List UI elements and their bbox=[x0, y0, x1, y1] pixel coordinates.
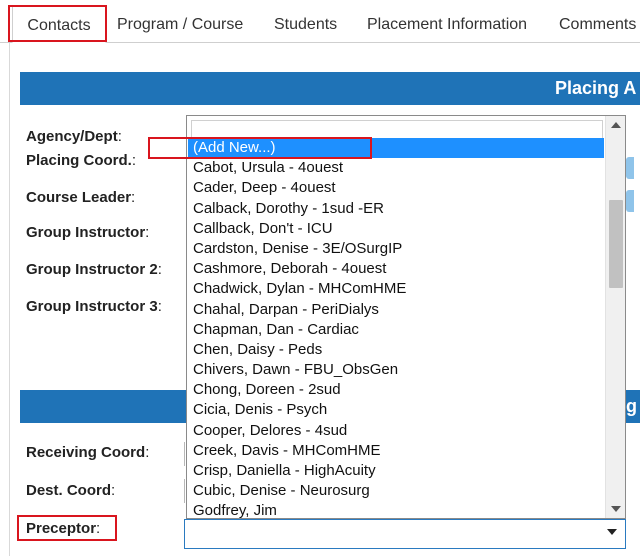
receiving-coord-label: Receiving Coord: bbox=[26, 444, 150, 461]
dropdown-option[interactable]: Cubic, Denise - Neurosurg bbox=[188, 481, 604, 501]
scroll-down-icon[interactable] bbox=[611, 506, 621, 512]
dropdown-option[interactable]: Cader, Deep - 4ouest bbox=[188, 178, 604, 198]
info-icon[interactable] bbox=[626, 190, 634, 212]
tab-students[interactable]: Students bbox=[274, 6, 337, 43]
dropdown-option[interactable]: Calback, Dorothy - 1sud -ER bbox=[188, 199, 604, 219]
tab-bar: Contacts Program / Course Students Place… bbox=[0, 0, 640, 43]
placing-section-title: Placing A bbox=[555, 78, 637, 98]
course-leader-label: Course Leader: bbox=[26, 189, 136, 206]
tab-placement-information[interactable]: Placement Information bbox=[367, 6, 527, 43]
placing-coord-label: Placing Coord.: bbox=[26, 152, 137, 169]
dest-coord-field-edge bbox=[184, 479, 185, 503]
tab-comments[interactable]: Comments bbox=[559, 6, 636, 43]
dropdown-option[interactable]: Crisp, Daniella - HighAcuity bbox=[188, 461, 604, 481]
dropdown-option[interactable]: Chong, Doreen - 2sud bbox=[188, 380, 604, 400]
dropdown-option[interactable]: Cooper, Delores - 4sud bbox=[188, 421, 604, 441]
dropdown-option[interactable]: Chen, Daisy - Peds bbox=[188, 340, 604, 360]
placing-section-header: Placing A bbox=[20, 72, 640, 105]
dropdown-option[interactable]: Chapman, Dan - Cardiac bbox=[188, 320, 604, 340]
dropdown-option[interactable]: Chivers, Dawn - FBU_ObsGen bbox=[188, 360, 604, 380]
tab-contacts[interactable]: Contacts bbox=[12, 6, 106, 43]
dropdown-option[interactable]: Chahal, Darpan - PeriDialys bbox=[188, 300, 604, 320]
group-instructor-label: Group Instructor: bbox=[26, 224, 150, 241]
group-instructor-2-label: Group Instructor 2: bbox=[26, 261, 162, 278]
preceptor-dropdown: (Add New...) Cabot, Ursula - 4ouest Cade… bbox=[186, 115, 626, 519]
agency-dept-label: Agency/Dept: bbox=[26, 128, 122, 145]
tab-program-course[interactable]: Program / Course bbox=[117, 6, 243, 43]
option-add-new[interactable]: (Add New...) bbox=[188, 138, 604, 159]
dest-coord-label: Dest. Coord: bbox=[26, 482, 116, 499]
chevron-down-icon[interactable] bbox=[607, 529, 617, 535]
dropdown-option[interactable]: Callback, Don't - ICU bbox=[188, 219, 604, 239]
scroll-up-icon[interactable] bbox=[611, 122, 621, 128]
info-icon[interactable] bbox=[626, 157, 634, 179]
dropdown-option[interactable]: Creek, Davis - MHComHME bbox=[188, 441, 604, 461]
preceptor-label: Preceptor: bbox=[26, 520, 101, 537]
dropdown-options: (Add New...) Cabot, Ursula - 4ouest Cade… bbox=[188, 138, 604, 518]
dropdown-option[interactable]: Chadwick, Dylan - MHComHME bbox=[188, 279, 604, 299]
receiving-section-title: g A bbox=[626, 396, 640, 416]
dropdown-option[interactable]: Cicia, Denis - Psych bbox=[188, 400, 604, 420]
dropdown-option[interactable]: Cashmore, Deborah - 4ouest bbox=[188, 259, 604, 279]
dropdown-search-input[interactable] bbox=[191, 120, 603, 140]
dropdown-option[interactable]: Godfrey, Jim bbox=[188, 501, 604, 518]
scrollbar-thumb[interactable] bbox=[609, 200, 623, 288]
receiving-coord-field-edge bbox=[184, 442, 185, 466]
dropdown-scrollbar[interactable] bbox=[605, 116, 625, 518]
group-instructor-3-label: Group Instructor 3: bbox=[26, 298, 162, 315]
preceptor-select[interactable] bbox=[184, 519, 626, 549]
dropdown-option[interactable]: Cardston, Denise - 3E/OSurgIP bbox=[188, 239, 604, 259]
dropdown-option[interactable]: Cabot, Ursula - 4ouest bbox=[188, 158, 604, 178]
